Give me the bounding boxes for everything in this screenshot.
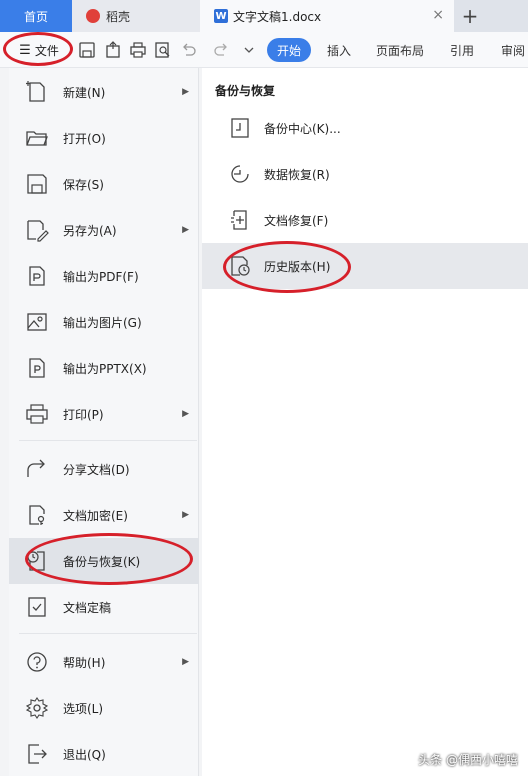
history-version-icon <box>228 254 252 278</box>
hamburger-icon: ☰ <box>19 42 31 58</box>
tab-document[interactable]: W 文字文稿1.docx × <box>200 0 454 32</box>
file-menu: 新建(N) ▶ 打开(O) 保存(S) 另存为(A) ▶ 输出为PDF(F) 输… <box>9 68 199 776</box>
panel-item-history-version[interactable]: 历史版本(H) <box>202 243 528 289</box>
backup-center-icon <box>228 116 252 140</box>
submenu-arrow-icon: ▶ <box>182 87 189 97</box>
word-document-icon: W <box>214 9 228 23</box>
menu-item-label: 新建(N) <box>63 85 106 100</box>
tab-home-label: 首页 <box>23 9 48 24</box>
menu-item-label: 备份与恢复(K) <box>63 554 141 569</box>
tab-home[interactable]: 首页 <box>0 0 72 32</box>
submenu-arrow-icon: ▶ <box>182 657 189 667</box>
menu-item-label: 输出为图片(G) <box>63 315 142 330</box>
ribbon-tab-insert[interactable]: 插入 <box>327 38 351 62</box>
submenu-arrow-icon: ▶ <box>182 409 189 419</box>
panel-item-label: 数据恢复(R) <box>264 167 330 182</box>
undo-icon[interactable] <box>180 41 198 59</box>
tab-daoke-label: 稻壳 <box>106 9 131 24</box>
menu-item-help[interactable]: 帮助(H) ▶ <box>9 639 199 685</box>
backup-restore-icon <box>25 549 49 573</box>
document-repair-icon <box>228 208 252 232</box>
menu-item-label: 文档加密(E) <box>63 508 128 523</box>
save-icon <box>25 172 49 196</box>
watermark: 头条 @偶西小嘻嘻 <box>418 753 518 767</box>
backup-restore-panel: 备份与恢复 备份中心(K)... 数据恢复(R) 文档修复(F) 历史版本(H) <box>202 68 528 776</box>
folder-open-icon <box>25 126 49 150</box>
panel-item-label: 文档修复(F) <box>264 213 329 228</box>
panel-item-data-recovery[interactable]: 数据恢复(R) <box>202 151 528 197</box>
file-menu-label: 文件 <box>34 43 59 58</box>
menu-item-print[interactable]: 打印(P) ▶ <box>9 391 199 437</box>
panel-item-label: 历史版本(H) <box>264 259 331 274</box>
help-icon <box>25 650 49 674</box>
panel-item-backup-center[interactable]: 备份中心(K)... <box>202 105 528 151</box>
tab-document-label: 文字文稿1.docx <box>233 9 322 24</box>
close-tab-icon[interactable]: × <box>432 7 444 23</box>
redo-icon[interactable] <box>212 41 230 59</box>
menu-item-encrypt[interactable]: 文档加密(E) ▶ <box>9 492 199 538</box>
print-icon[interactable] <box>129 41 147 59</box>
ribbon-tab-review[interactable]: 审阅 <box>501 38 525 62</box>
new-file-icon <box>25 80 49 104</box>
save-icon[interactable] <box>78 41 96 59</box>
menu-item-new[interactable]: 新建(N) ▶ <box>9 69 199 115</box>
export-pptx-icon <box>25 356 49 380</box>
tab-bar: 首页 稻壳 W 文字文稿1.docx × + <box>0 0 528 32</box>
plus-icon: + <box>461 4 479 28</box>
submenu-arrow-icon: ▶ <box>182 510 189 520</box>
ribbon-tab-home[interactable]: 开始 <box>267 38 312 62</box>
ribbon-tab-references[interactable]: 引用 <box>450 38 474 62</box>
options-gear-icon <box>25 696 49 720</box>
menu-item-export-image[interactable]: 输出为图片(G) <box>9 299 199 345</box>
menu-item-label: 选项(L) <box>63 701 104 716</box>
menu-item-open[interactable]: 打开(O) <box>9 115 199 161</box>
file-menu-button[interactable]: ☰ 文件 <box>8 38 70 62</box>
menu-item-label: 输出为PDF(F) <box>63 269 139 284</box>
daoke-logo-icon <box>86 9 100 23</box>
finalize-icon <box>25 595 49 619</box>
menu-item-label: 打开(O) <box>63 131 106 146</box>
toolbar: ☰ 文件 开始 插入 页面布局 引用 审阅 <box>0 32 528 68</box>
print-icon <box>25 402 49 426</box>
data-recovery-icon <box>228 162 252 186</box>
menu-item-save[interactable]: 保存(S) <box>9 161 199 207</box>
menu-item-label: 另存为(A) <box>63 223 117 238</box>
menu-divider <box>19 633 197 634</box>
menu-item-label: 保存(S) <box>63 177 104 192</box>
menu-item-save-as[interactable]: 另存为(A) ▶ <box>9 207 199 253</box>
panel-item-label: 备份中心(K)... <box>264 121 341 136</box>
menu-item-share[interactable]: 分享文档(D) <box>9 446 199 492</box>
panel-title: 备份与恢复 <box>215 84 276 98</box>
menu-item-label: 文档定稿 <box>63 600 112 615</box>
encrypt-icon <box>25 503 49 527</box>
export-pdf-icon <box>25 264 49 288</box>
panel-item-document-repair[interactable]: 文档修复(F) <box>202 197 528 243</box>
menu-item-label: 分享文档(D) <box>63 462 130 477</box>
new-tab-button[interactable]: + <box>454 0 486 32</box>
share-icon <box>25 457 49 481</box>
export-image-icon <box>25 310 49 334</box>
menu-item-label: 退出(Q) <box>63 747 106 762</box>
menu-item-export-pdf[interactable]: 输出为PDF(F) <box>9 253 199 299</box>
menu-item-export-pptx[interactable]: 输出为PPTX(X) <box>9 345 199 391</box>
menu-item-options[interactable]: 选项(L) <box>9 685 199 731</box>
export-icon[interactable] <box>104 41 122 59</box>
ribbon-tab-page-layout[interactable]: 页面布局 <box>376 38 424 62</box>
print-preview-icon[interactable] <box>154 41 172 59</box>
menu-item-label: 打印(P) <box>63 407 104 422</box>
exit-icon <box>25 742 49 766</box>
save-as-icon <box>25 218 49 242</box>
tab-daoke[interactable]: 稻壳 <box>72 0 200 32</box>
chevron-down-icon[interactable] <box>240 41 258 59</box>
submenu-arrow-icon: ▶ <box>182 225 189 235</box>
menu-item-backup-restore[interactable]: 备份与恢复(K) <box>9 538 199 584</box>
menu-item-finalize[interactable]: 文档定稿 <box>9 584 199 630</box>
menu-divider <box>19 440 197 441</box>
menu-item-label: 帮助(H) <box>63 655 106 670</box>
menu-item-label: 输出为PPTX(X) <box>63 361 147 376</box>
menu-item-exit[interactable]: 退出(Q) <box>9 731 199 776</box>
